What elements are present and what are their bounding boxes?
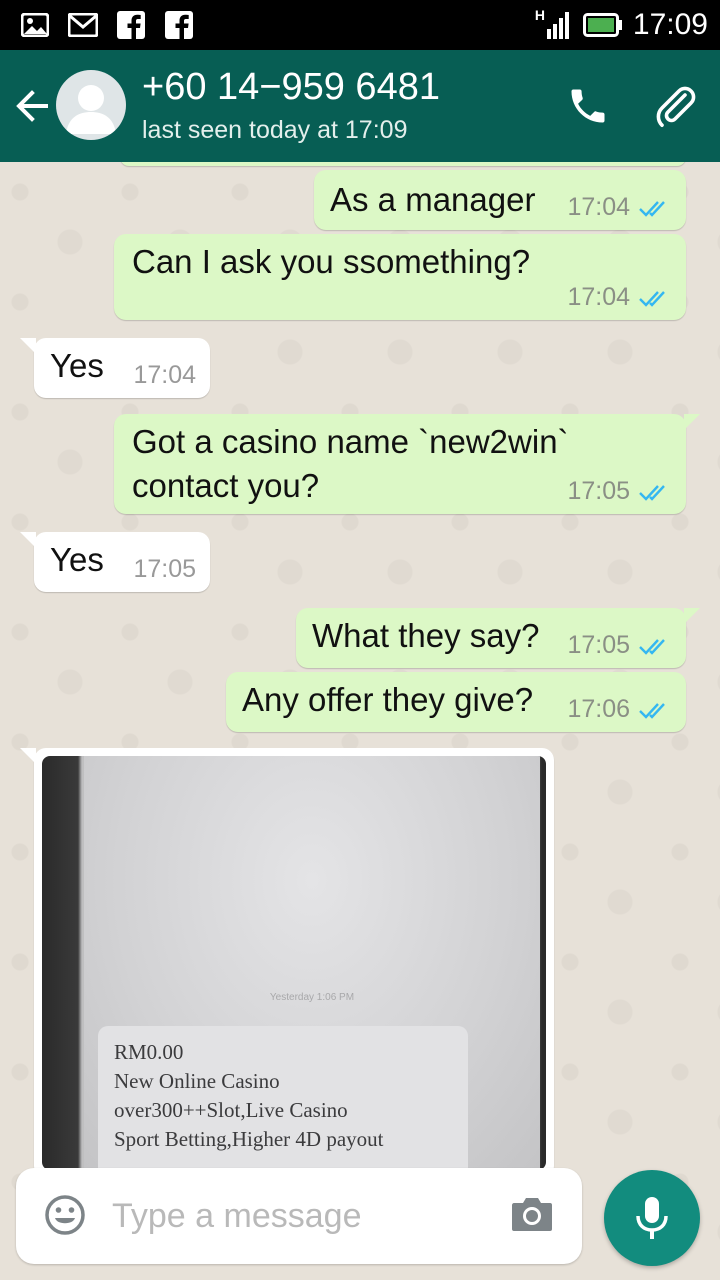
message-bubble-partial <box>120 162 686 166</box>
message-text: As a manager <box>330 181 536 218</box>
bubble-tail <box>684 414 700 430</box>
message-photo[interactable]: Yesterday 1:06 PM RM0.00 New Online Casi… <box>42 756 546 1170</box>
photo-timestamp-text: Yesterday 1:06 PM <box>269 992 355 1003</box>
phone-icon <box>571 89 605 123</box>
read-receipt-icon <box>639 702 665 719</box>
call-button[interactable] <box>566 84 610 128</box>
message-time: 17:05 <box>133 555 196 583</box>
back-arrow-icon[interactable] <box>14 86 50 126</box>
read-receipt-icon <box>639 638 665 655</box>
message-meta: 17:05 <box>567 477 672 506</box>
system-status: H 17:09 <box>533 7 708 42</box>
status-time: 17:09 <box>632 8 708 41</box>
message-bubble-incoming[interactable]: Yes 17:05 <box>20 532 210 592</box>
notification-icons <box>20 10 194 40</box>
photo-text-line: RM0.00 <box>114 1040 184 1064</box>
message-text-line-2: contact you? <box>132 467 320 504</box>
message-meta: 17:06 <box>567 695 672 724</box>
status-bar: H 17:09 <box>0 0 720 50</box>
message-text-line-1: Got a casino name `new2win` <box>132 423 569 460</box>
message-text: Yes <box>50 347 104 384</box>
message-input[interactable] <box>112 1188 492 1244</box>
bubble-tail <box>20 338 36 354</box>
message-time: 17:04 <box>567 283 630 311</box>
microphone-icon <box>636 1197 668 1239</box>
read-receipt-icon <box>639 200 665 217</box>
message-bubble-outgoing[interactable]: What they say? 17:05 <box>296 608 700 668</box>
facebook-icon <box>116 10 146 40</box>
message-bubble-outgoing[interactable]: Any offer they give? 17:06 <box>226 672 686 732</box>
message-meta: 17:04 <box>567 193 672 222</box>
avatar-icon <box>66 85 116 134</box>
read-receipt-icon <box>639 484 665 501</box>
message-time: 17:05 <box>567 477 630 505</box>
chat-header: +60 14−959 6481 last seen today at 17:09 <box>0 50 720 162</box>
bubble-tail <box>684 608 700 624</box>
message-text: What they say? <box>312 617 540 654</box>
message-meta: 17:04 <box>567 283 672 312</box>
last-seen-status: last seen today at 17:09 <box>142 116 408 144</box>
message-time: 17:05 <box>567 631 630 659</box>
paperclip-icon <box>656 86 696 127</box>
message-time: 17:06 <box>567 695 630 723</box>
message-bubble-incoming[interactable]: Yes 17:04 <box>20 338 210 398</box>
camera-button[interactable] <box>510 1194 554 1234</box>
bubble-tail <box>20 748 36 764</box>
gallery-icon <box>20 10 50 40</box>
image-message-incoming[interactable]: Yesterday 1:06 PM RM0.00 New Online Casi… <box>20 748 554 1178</box>
camera-icon <box>512 1198 552 1231</box>
photo-text-line: New Online Casino <box>114 1069 280 1093</box>
message-bubble-outgoing[interactable]: Can I ask you ssomething? 17:04 <box>114 234 686 320</box>
avatar[interactable] <box>56 70 126 140</box>
attach-button[interactable] <box>652 82 700 130</box>
emoji-button[interactable] <box>44 1194 86 1236</box>
message-meta: 17:05 <box>567 631 672 660</box>
message-text: Any offer they give? <box>242 681 534 718</box>
photo-text-lines: RM0.00 New Online Casino over300++Slot,L… <box>114 1038 383 1154</box>
facebook-icon <box>164 10 194 40</box>
signal-icon: H <box>533 7 573 41</box>
contact-name[interactable]: +60 14−959 6481 <box>142 66 440 109</box>
message-meta: 17:05 <box>133 555 196 584</box>
battery-icon <box>582 13 623 37</box>
message-meta: 17:04 <box>133 361 196 390</box>
gmail-icon <box>68 10 98 40</box>
bubble-tail <box>20 532 36 548</box>
emoji-icon <box>45 1195 85 1235</box>
voice-record-button[interactable] <box>604 1170 700 1266</box>
photo-text-line: over300++Slot,Live Casino <box>114 1098 348 1122</box>
message-composer <box>16 1168 582 1264</box>
message-bubble-outgoing[interactable]: Got a casino name `new2win` contact you?… <box>114 414 700 514</box>
chat-area[interactable]: As a manager 17:04 Can I ask you ssometh… <box>0 162 720 1280</box>
message-text: Can I ask you ssomething? <box>132 243 531 280</box>
photo-text-line: Sport Betting,Higher 4D payout <box>114 1127 384 1151</box>
message-bubble-outgoing[interactable]: As a manager 17:04 <box>314 170 686 230</box>
message-time: 17:04 <box>567 193 630 221</box>
message-time: 17:04 <box>133 361 196 389</box>
message-text: Yes <box>50 541 104 578</box>
read-receipt-icon <box>639 290 665 307</box>
